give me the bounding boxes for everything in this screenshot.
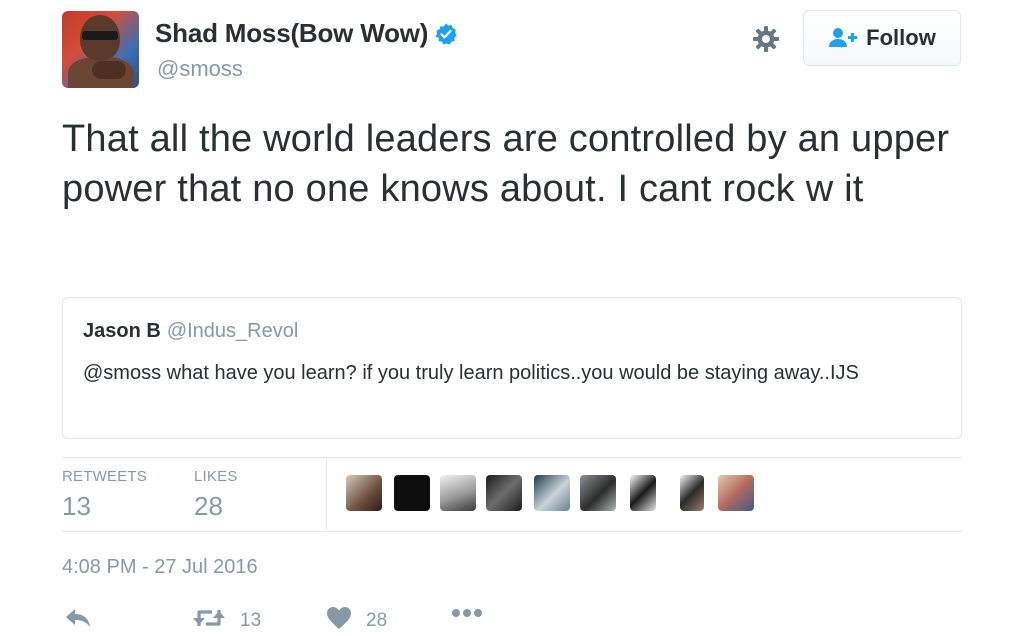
retweet-count: 13 — [240, 609, 262, 631]
retweets-value: 13 — [62, 491, 91, 521]
more-icon — [451, 606, 483, 624]
quoted-tweet[interactable]: Jason B @Indus_Revol @smoss what have you… — [62, 297, 962, 439]
add-user-icon — [828, 27, 858, 49]
reply-icon — [64, 606, 92, 633]
liker-avatar[interactable] — [534, 475, 570, 511]
display-name[interactable]: Shad Moss(Bow Wow) — [155, 18, 428, 49]
stats-separator — [326, 458, 327, 530]
gear-icon[interactable] — [751, 24, 781, 54]
retweet-button[interactable]: 13 — [192, 606, 261, 635]
likes-stat[interactable]: LIKES 28 — [194, 468, 238, 522]
reply-button[interactable] — [64, 606, 92, 633]
quoted-tweet-name: Jason B — [83, 320, 161, 342]
tweet-timestamp[interactable]: 4:08 PM - 27 Jul 2016 — [62, 556, 258, 579]
retweets-label: RETWEETS — [62, 468, 147, 485]
liker-avatar[interactable] — [440, 475, 476, 511]
like-count: 28 — [366, 609, 388, 631]
more-button[interactable] — [451, 606, 483, 624]
heart-icon — [326, 606, 352, 635]
stats-top-divider — [62, 457, 962, 458]
follow-button[interactable]: Follow — [803, 10, 961, 66]
tweet-card: Shad Moss(Bow Wow) @smoss Follow That al… — [0, 0, 1021, 636]
quoted-tweet-header: Jason B @Indus_Revol — [83, 320, 298, 343]
retweet-icon — [192, 606, 226, 635]
verified-badge-icon — [434, 22, 458, 46]
likes-label: LIKES — [194, 468, 238, 485]
stats-bottom-divider — [62, 531, 962, 532]
quoted-tweet-handle: @Indus_Revol — [166, 320, 299, 342]
liker-avatar[interactable] — [346, 475, 382, 511]
follow-label: Follow — [866, 25, 936, 50]
quoted-tweet-text: @smoss what have you learn? if you truly… — [83, 362, 859, 384]
liker-avatar[interactable] — [630, 475, 656, 511]
like-button[interactable]: 28 — [326, 606, 387, 635]
liker-avatar[interactable] — [680, 475, 704, 511]
user-name-row[interactable]: Shad Moss(Bow Wow) — [155, 18, 458, 49]
liker-avatar[interactable] — [718, 475, 754, 511]
tweet-text: That all the world leaders are controlle… — [62, 118, 950, 210]
liker-avatar[interactable] — [486, 475, 522, 511]
liker-avatar[interactable] — [394, 475, 430, 511]
likes-value: 28 — [194, 491, 223, 521]
liker-avatar[interactable] — [580, 475, 616, 511]
avatar[interactable] — [62, 11, 139, 88]
retweets-stat[interactable]: RETWEETS 13 — [62, 468, 147, 522]
user-handle[interactable]: @smoss — [157, 56, 243, 82]
